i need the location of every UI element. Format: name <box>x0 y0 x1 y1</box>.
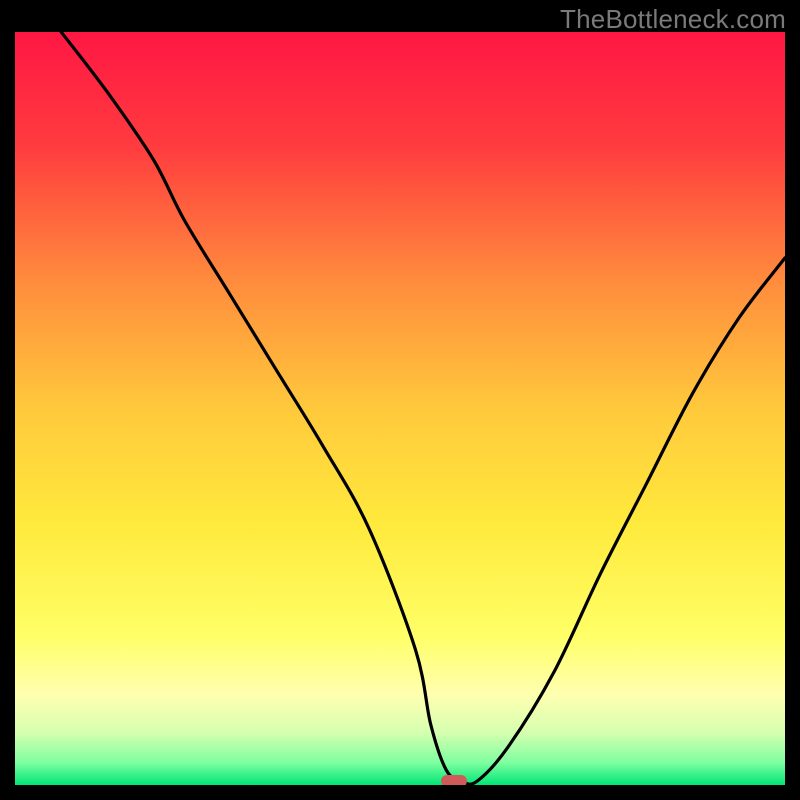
bottleneck-curve <box>15 32 785 785</box>
watermark-text: TheBottleneck.com <box>560 4 786 35</box>
optimal-point-marker <box>441 775 467 785</box>
chart-container: TheBottleneck.com <box>0 0 800 800</box>
plot-area <box>15 32 785 785</box>
